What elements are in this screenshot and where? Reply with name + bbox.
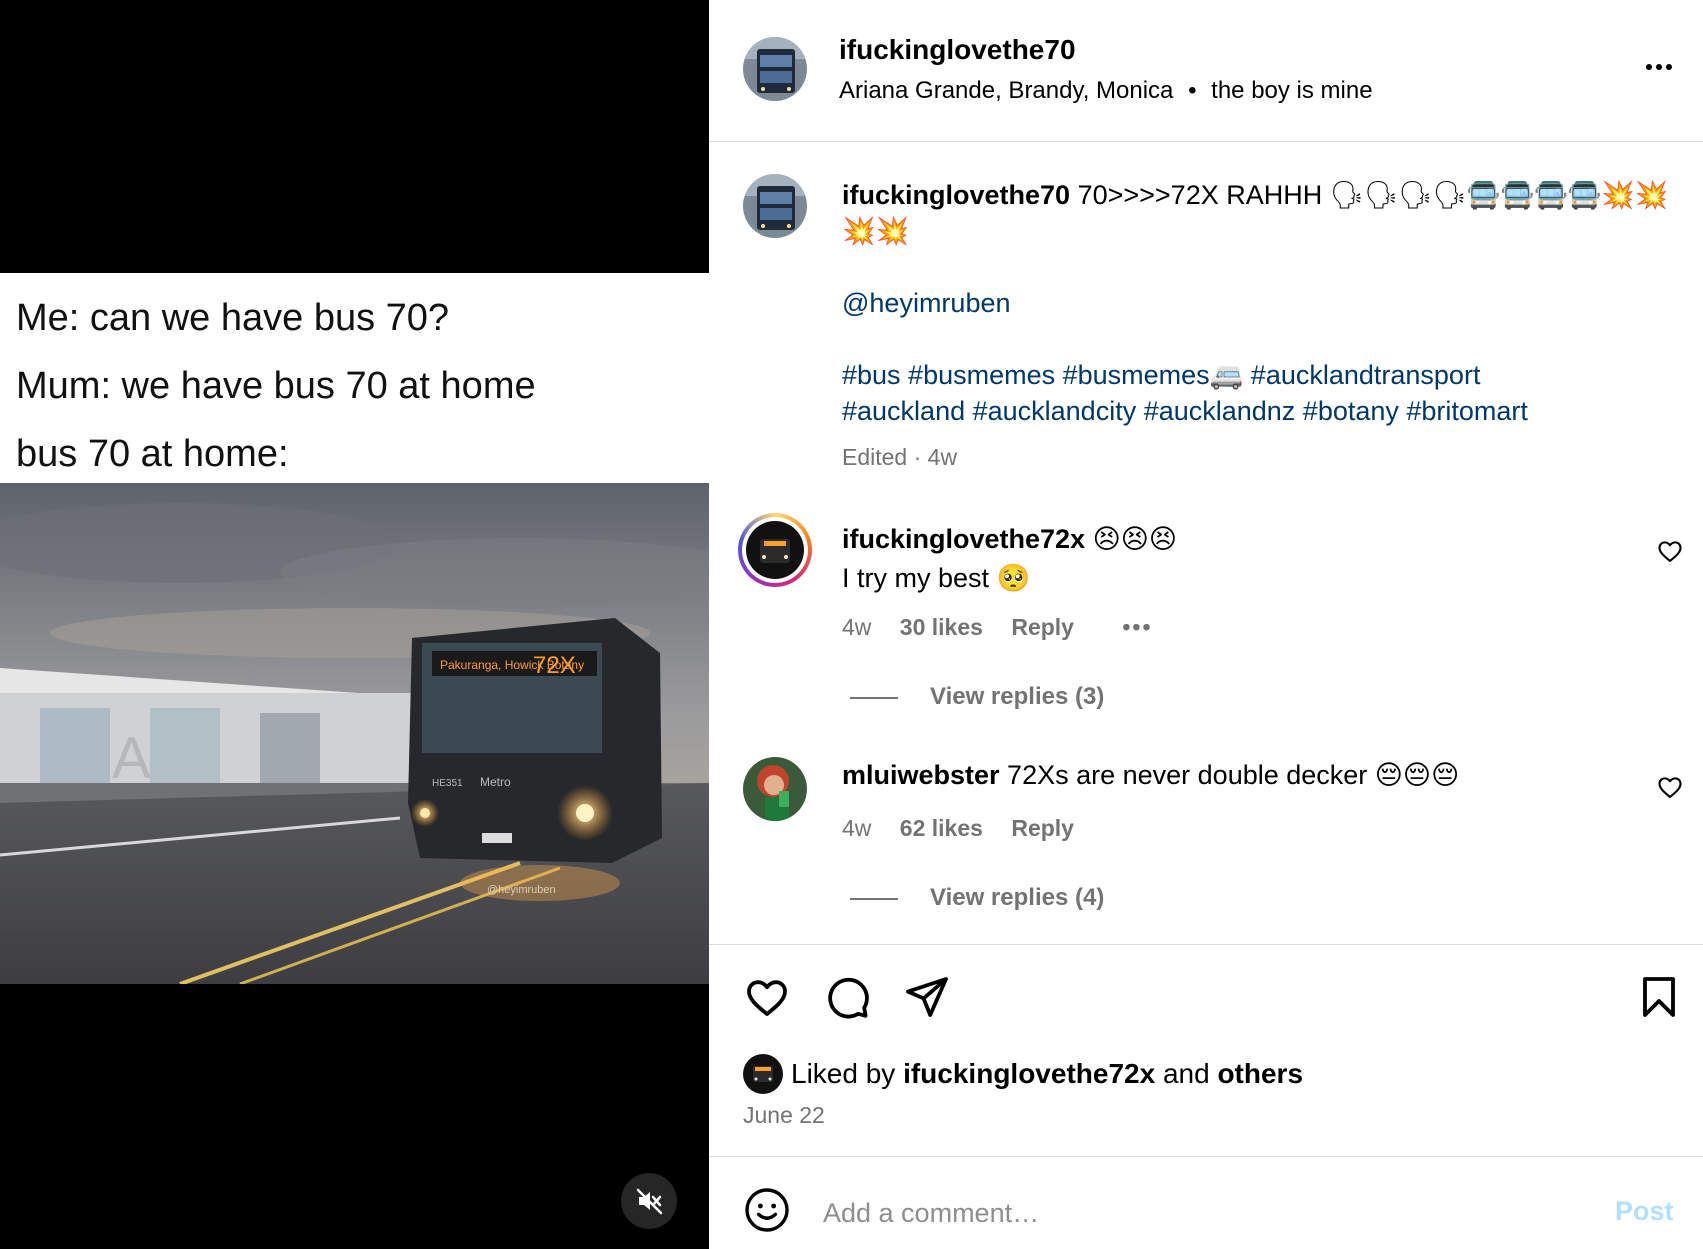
meme-caption: Me: can we have bus 70? Mum: we have bus… [0, 273, 709, 483]
post-date[interactable]: June 22 [743, 1102, 825, 1129]
post-caption: ifuckinglovethe70 70>>>>72X RAHHH 🗣🗣🗣🗣🚍🚍… [842, 177, 1672, 429]
audio-artists[interactable]: Ariana Grande, Brandy, Monica [839, 77, 1173, 104]
comment-box-divider [709, 1156, 1703, 1157]
comment-more-button[interactable]: ••• [1122, 614, 1152, 641]
comment-likes[interactable]: 30 likes [900, 614, 983, 641]
view-replies-line [850, 696, 898, 699]
comment-time[interactable]: 4w [842, 815, 871, 842]
caption-first-line: ifuckinglovethe70 70>>>>72X RAHHH 🗣🗣🗣🗣🚍🚍… [842, 177, 1672, 249]
emoji-picker-button[interactable] [743, 1186, 791, 1234]
audio-separator: • [1188, 77, 1197, 104]
comment-header: mluiwebster 72Xs are never double decker… [842, 760, 1459, 791]
comment-username[interactable]: ifuckinglovethe72x [842, 524, 1085, 554]
svg-text:A: A [112, 726, 151, 791]
comment-reply-button[interactable]: Reply [1011, 614, 1074, 641]
comment-reply-button[interactable]: Reply [1011, 815, 1074, 842]
more-options-button[interactable] [1634, 52, 1684, 82]
comment-avatar [746, 521, 804, 579]
edited-label: Edited [842, 444, 908, 470]
comment-meta: 4w 62 likes Reply [842, 815, 1096, 842]
meme-line: Me: can we have bus 70? [16, 297, 450, 339]
bus-brand: Metro [480, 775, 511, 789]
bus-fleet-number: HE351 [432, 778, 463, 789]
caption-hashtags-line2[interactable]: #auckland #aucklandcity #aucklandnz #bot… [842, 393, 1672, 429]
audio-info[interactable]: Ariana Grande, Brandy, Monica • the boy … [839, 77, 1373, 105]
comment-time[interactable]: 4w [842, 614, 871, 641]
post-media[interactable]: Me: can we have bus 70? Mum: we have bus… [0, 0, 709, 1249]
author-username[interactable]: ifuckinglovethe70 [839, 34, 1076, 66]
meme-line: Mum: we have bus 70 at home [16, 365, 536, 407]
comment-icon [828, 977, 869, 1019]
caption-meta: Edited · 4w [842, 444, 957, 471]
bus-route-sign: 72X [533, 652, 576, 679]
header-divider [709, 141, 1703, 142]
comment-avatar[interactable] [743, 757, 807, 821]
caption-time[interactable]: 4w [928, 444, 957, 470]
mute-button[interactable] [621, 1173, 677, 1229]
bookmark-icon [1643, 977, 1675, 1017]
post-details-panel: ifuckinglovethe70 Ariana Grande, Brandy,… [709, 0, 1703, 1249]
liked-by-prefix: Liked by [791, 1058, 904, 1089]
heart-icon [1658, 541, 1682, 562]
comment-text: I try my best 🥺 [842, 563, 1031, 593]
muted-speaker-icon [636, 1188, 663, 1215]
save-button[interactable] [1635, 973, 1683, 1021]
comment-like-button[interactable] [1656, 537, 1684, 565]
view-replies-button[interactable]: View replies (3) [850, 683, 1104, 711]
view-replies-label[interactable]: View replies (3) [930, 683, 1104, 710]
author-avatar[interactable] [743, 37, 807, 101]
add-comment-input[interactable] [821, 1192, 1525, 1234]
bus-video-frame: A Pakuranga, Howick Botany 72X HE351 Met… [0, 483, 709, 984]
heart-icon [1658, 777, 1682, 798]
liker-avatar[interactable] [743, 1054, 783, 1094]
more-options-icon [1646, 64, 1672, 70]
post-comment-button[interactable]: Post [1615, 1196, 1674, 1227]
caption-avatar[interactable] [743, 174, 807, 238]
liked-by-and: and [1155, 1058, 1218, 1089]
meta-dot: · [913, 444, 922, 470]
share-icon [906, 977, 948, 1017]
comment-meta: 4w 30 likes Reply ••• [842, 614, 1175, 641]
comment-like-button[interactable] [1656, 773, 1684, 801]
caption-username[interactable]: ifuckinglovethe70 [842, 180, 1070, 210]
comment-emoji: 😣😣😣 [1085, 524, 1178, 554]
comment-header: ifuckinglovethe72x 😣😣😣 [842, 524, 1177, 555]
emoji-icon [745, 1188, 789, 1232]
like-button[interactable] [743, 973, 791, 1021]
video-watermark: @heyimruben [487, 884, 556, 896]
liked-by-others[interactable]: others [1217, 1058, 1303, 1090]
view-replies-button[interactable]: View replies (4) [850, 884, 1104, 912]
meme-line: bus 70 at home: [16, 433, 289, 475]
comment-button[interactable] [823, 973, 871, 1021]
comment-likes[interactable]: 62 likes [900, 815, 983, 842]
audio-title[interactable]: the boy is mine [1211, 77, 1372, 104]
comment-text: 72Xs are never double decker 😔😔😔 [999, 760, 1460, 790]
comment-username[interactable]: mluiwebster [842, 760, 1000, 790]
share-button[interactable] [903, 973, 951, 1021]
caption-hashtags-line1[interactable]: #bus #busmemes #busmemes🚐 #aucklandtrans… [842, 357, 1672, 393]
liked-by-user[interactable]: ifuckinglovethe72x [903, 1058, 1155, 1090]
actions-divider [709, 944, 1703, 945]
comment-avatar-story-ring[interactable] [738, 513, 812, 587]
liked-by: Liked by ifuckinglovethe72x and others [743, 1054, 1303, 1094]
heart-icon [747, 980, 787, 1016]
caption-mention[interactable]: @heyimruben [842, 288, 1011, 318]
view-replies-label[interactable]: View replies (4) [930, 884, 1104, 911]
view-replies-line [850, 897, 898, 900]
